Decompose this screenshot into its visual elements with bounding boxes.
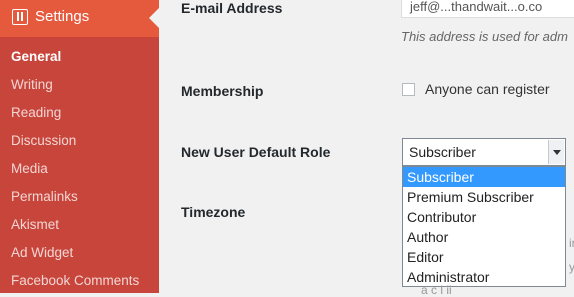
settings-icon xyxy=(12,9,28,25)
role-option-subscriber[interactable]: Subscriber xyxy=(403,167,565,187)
submenu-item-media[interactable]: Media xyxy=(0,157,159,185)
settings-submenu: General Writing Reading Discussion Media… xyxy=(0,45,159,297)
submenu-item-discussion[interactable]: Discussion xyxy=(0,129,159,157)
email-field[interactable]: jeff@...thandwait...o.co xyxy=(401,0,574,18)
anyone-can-register-label[interactable]: Anyone can register xyxy=(425,81,550,97)
default-role-select[interactable]: Subscriber xyxy=(402,138,566,166)
chevron-down-icon[interactable] xyxy=(548,140,564,164)
timezone-text-fragment: y xyxy=(569,260,574,274)
default-role-dropdown: Subscriber Premium Subscriber Contributo… xyxy=(402,166,566,287)
default-role-selected-value: Subscriber xyxy=(409,144,476,160)
membership-label: Membership xyxy=(181,83,264,99)
current-menu-arrow-icon xyxy=(149,8,159,28)
anyone-can-register-checkbox[interactable] xyxy=(402,83,415,96)
submenu-item-general[interactable]: General xyxy=(0,45,159,73)
timezone-text-fragment: a c l ii xyxy=(421,283,452,297)
settings-form: E-mail Address jeff@...thandwait...o.co … xyxy=(159,0,574,297)
submenu-item-ad-widget[interactable]: Ad Widget xyxy=(0,241,159,269)
timezone-text-fragment: ir xyxy=(569,236,574,250)
admin-sidebar: Settings General Writing Reading Discuss… xyxy=(0,0,159,293)
submenu-item-akismet[interactable]: Akismet xyxy=(0,213,159,241)
role-option-author[interactable]: Author xyxy=(403,227,565,247)
role-option-editor[interactable]: Editor xyxy=(403,247,565,267)
settings-menu-label: Settings xyxy=(35,8,90,25)
settings-menu-header[interactable]: Settings xyxy=(0,0,159,37)
timezone-label: Timezone xyxy=(181,204,246,220)
role-option-premium-subscriber[interactable]: Premium Subscriber xyxy=(403,187,565,207)
default-role-label: New User Default Role xyxy=(181,144,331,160)
email-label: E-mail Address xyxy=(181,0,283,16)
role-option-contributor[interactable]: Contributor xyxy=(403,207,565,227)
submenu-item-writing[interactable]: Writing xyxy=(0,73,159,101)
submenu-item-permalinks[interactable]: Permalinks xyxy=(0,185,159,213)
submenu-item-reading[interactable]: Reading xyxy=(0,101,159,129)
email-description: This address is used for adm xyxy=(401,29,568,44)
